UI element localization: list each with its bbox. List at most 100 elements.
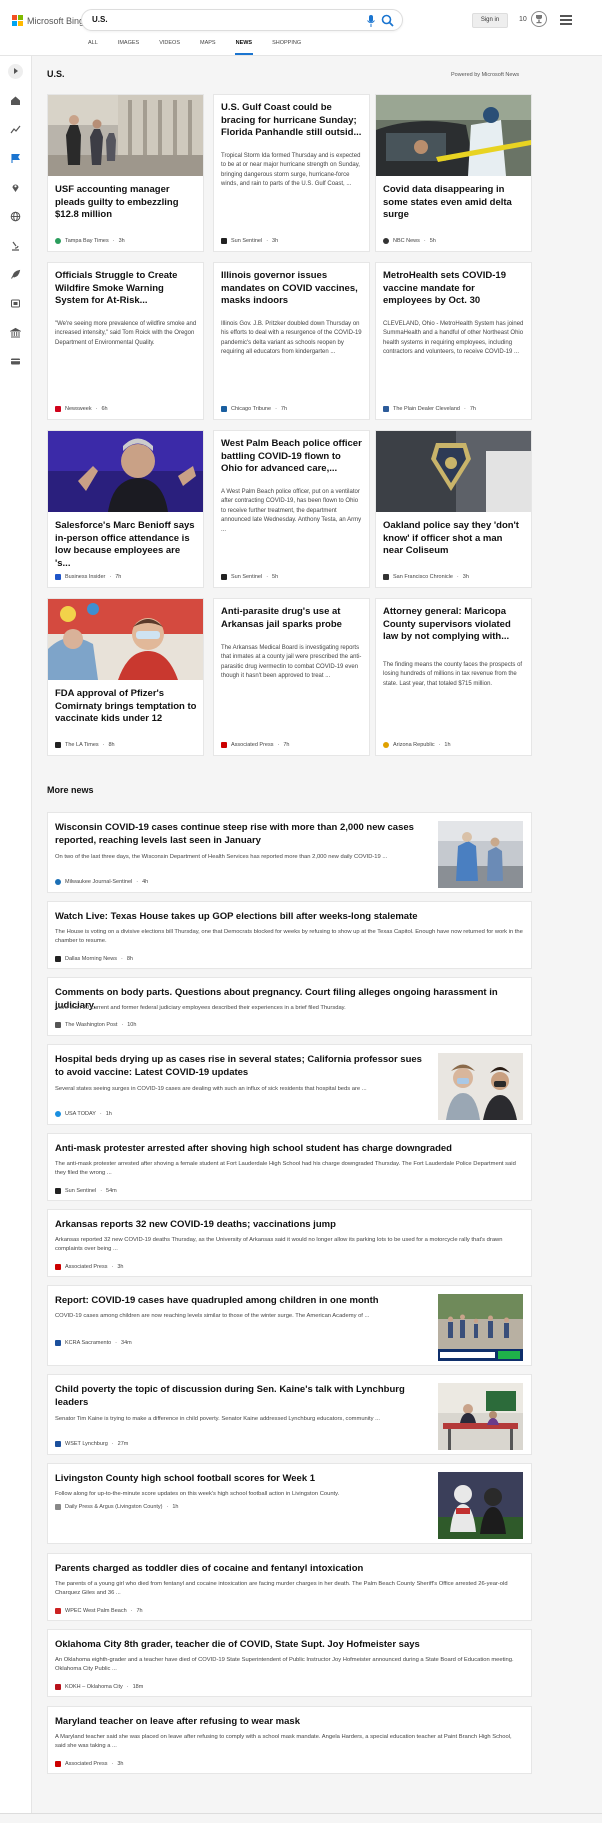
news-list-item[interactable]: Watch Live: Texas House takes up GOP ele… [47, 901, 532, 969]
flag-icon[interactable] [10, 153, 21, 164]
news-card[interactable]: Illinois governor issues mandates on COV… [213, 262, 370, 420]
news-item-source[interactable]: Associated Press · 3h [55, 1761, 123, 1767]
news-item-title[interactable]: Parents charged as toddler dies of cocai… [55, 1562, 523, 1575]
news-item-title[interactable]: Livingston County high school football s… [55, 1472, 426, 1485]
bing-logo[interactable]: Microsoft Bing [12, 15, 84, 26]
trending-icon[interactable] [10, 124, 21, 135]
news-item-title[interactable]: Watch Live: Texas House takes up GOP ele… [55, 910, 523, 923]
news-item-title[interactable]: Hospital beds drying up as cases rise in… [55, 1053, 426, 1079]
news-card-source[interactable]: The LA Times · 8h [55, 742, 115, 748]
expand-sidebar-icon[interactable] [8, 64, 23, 79]
tab-shopping[interactable]: SHOPPING [272, 40, 301, 55]
news-list-item[interactable]: Livingston County high school football s… [47, 1463, 532, 1544]
news-item-source[interactable]: Dallas Morning News · 8h [55, 956, 133, 962]
bank-icon[interactable] [10, 327, 21, 338]
news-list-item[interactable]: Report: COVID-19 cases have quadrupled a… [47, 1285, 532, 1366]
news-list-item[interactable]: Anti-mask protester arrested after shovi… [47, 1133, 532, 1201]
news-item-source[interactable]: Sun Sentinel · 54m [55, 1188, 117, 1194]
news-card-title[interactable]: Officials Struggle to Create Wildfire Sm… [55, 270, 197, 308]
news-item-source[interactable]: Milwaukee Journal-Sentinel · 4h [55, 879, 148, 885]
news-item-source[interactable]: KOKH – Oklahoma City · 18m [55, 1684, 143, 1690]
news-item-image[interactable] [438, 1294, 523, 1361]
news-card-source[interactable]: San Francisco Chronicle · 3h [383, 574, 469, 580]
news-card-title[interactable]: Illinois governor issues mandates on COV… [221, 270, 363, 308]
microscope-icon[interactable] [10, 240, 21, 251]
news-card-title[interactable]: Attorney general: Maricopa County superv… [383, 606, 525, 644]
news-card-source[interactable]: The Plain Dealer Cleveland · 7h [383, 406, 476, 412]
news-card[interactable]: Salesforce's Marc Benioff says in-person… [47, 430, 204, 588]
news-card[interactable]: MetroHealth sets COVID-19 vaccine mandat… [375, 262, 532, 420]
news-item-image[interactable] [438, 1053, 523, 1120]
tab-all[interactable]: ALL [88, 40, 98, 55]
rewards-count[interactable]: 10 [519, 16, 527, 23]
rocket-icon[interactable] [10, 269, 21, 280]
news-card-title[interactable]: Oakland police say they 'don't know' if … [383, 520, 525, 558]
sign-in-button[interactable]: Sign in [472, 13, 508, 28]
news-card-source[interactable]: Chicago Tribune · 7h [221, 406, 287, 412]
news-item-source[interactable]: Associated Press · 3h [55, 1264, 123, 1270]
search-icon[interactable] [381, 14, 394, 27]
film-icon[interactable] [10, 298, 21, 309]
news-card-title[interactable]: Salesforce's Marc Benioff says in-person… [55, 520, 197, 570]
location-pin-icon[interactable] [10, 182, 21, 193]
news-card-title[interactable]: Covid data disappearing in some states e… [383, 184, 525, 222]
globe-icon[interactable] [10, 211, 21, 222]
news-card[interactable]: Oakland police say they 'don't know' if … [375, 430, 532, 588]
news-list-item[interactable]: Arkansas reports 32 new COVID-19 deaths;… [47, 1209, 532, 1277]
news-item-source[interactable]: USA TODAY · 1h [55, 1111, 112, 1117]
credit-card-icon[interactable] [10, 356, 21, 367]
news-list-item[interactable]: Parents charged as toddler dies of cocai… [47, 1553, 532, 1621]
news-list-item[interactable]: Oklahoma City 8th grader, teacher die of… [47, 1629, 532, 1697]
news-card-title[interactable]: USF accounting manager pleads guilty to … [55, 184, 197, 222]
home-icon[interactable] [10, 95, 21, 106]
news-card-source[interactable]: Newsweek · 6h [55, 406, 108, 412]
powered-by-label[interactable]: Powered by Microsoft News [451, 72, 519, 78]
news-list-item[interactable]: Maryland teacher on leave after refusing… [47, 1706, 532, 1774]
news-card-image[interactable] [376, 95, 531, 176]
news-list-item[interactable]: Wisconsin COVID-19 cases continue steep … [47, 812, 532, 893]
news-list-item[interactable]: Child poverty the topic of discussion du… [47, 1374, 532, 1455]
news-card-title[interactable]: MetroHealth sets COVID-19 vaccine mandat… [383, 270, 525, 308]
news-card-source[interactable]: Associated Press · 7h [221, 742, 289, 748]
tab-news[interactable]: NEWS [234, 40, 253, 55]
news-card-source[interactable]: NBC News · 5h [383, 238, 436, 244]
news-card[interactable]: West Palm Beach police officer battling … [213, 430, 370, 588]
microphone-icon[interactable] [366, 15, 376, 27]
news-card-title[interactable]: West Palm Beach police officer battling … [221, 438, 363, 476]
news-item-image[interactable] [438, 821, 523, 888]
tab-videos[interactable]: VIDEOS [159, 40, 180, 55]
news-card[interactable]: Attorney general: Maricopa County superv… [375, 598, 532, 756]
news-item-image[interactable] [438, 1383, 523, 1450]
rewards-trophy-icon[interactable] [531, 11, 547, 27]
news-item-image[interactable] [438, 1472, 523, 1539]
search-input[interactable]: U.S. [81, 9, 403, 31]
tab-maps[interactable]: MAPS [200, 40, 216, 55]
news-card[interactable]: Covid data disappearing in some states e… [375, 94, 532, 252]
news-card-title[interactable]: Anti-parasite drug's use at Arkansas jai… [221, 606, 363, 631]
news-card-source[interactable]: Business Insider · 7h [55, 574, 121, 580]
news-item-source[interactable]: KCRA Sacramento · 34m [55, 1340, 132, 1346]
news-item-source[interactable]: Daily Press & Argus (Livingston County) ·… [55, 1504, 178, 1510]
news-item-title[interactable]: Arkansas reports 32 new COVID-19 deaths;… [55, 1218, 523, 1231]
news-card-source[interactable]: Arizona Republic · 1h [383, 742, 451, 748]
hamburger-menu-icon[interactable] [560, 15, 572, 25]
news-list-item[interactable]: Hospital beds drying up as cases rise in… [47, 1044, 532, 1125]
news-card-image[interactable] [376, 431, 531, 512]
news-card-source[interactable]: Sun Sentinel · 5h [221, 574, 278, 580]
news-item-title[interactable]: Child poverty the topic of discussion du… [55, 1383, 426, 1409]
news-card[interactable]: FDA approval of Pfizer's Comirnaty bring… [47, 598, 204, 756]
news-card[interactable]: Anti-parasite drug's use at Arkansas jai… [213, 598, 370, 756]
news-card-image[interactable] [48, 431, 203, 512]
news-card-title[interactable]: FDA approval of Pfizer's Comirnaty bring… [55, 688, 197, 726]
news-item-title[interactable]: Maryland teacher on leave after refusing… [55, 1715, 523, 1728]
news-item-source[interactable]: WSET Lynchburg · 27m [55, 1441, 128, 1447]
news-item-title[interactable]: Anti-mask protester arrested after shovi… [55, 1142, 523, 1155]
news-item-title[interactable]: Wisconsin COVID-19 cases continue steep … [55, 821, 426, 847]
news-card-source[interactable]: Tampa Bay Times · 3h [55, 238, 125, 244]
tab-images[interactable]: IMAGES [118, 40, 139, 55]
news-card[interactable]: U.S. Gulf Coast could be bracing for hur… [213, 94, 370, 252]
news-card-source[interactable]: Sun Sentinel · 3h [221, 238, 278, 244]
news-item-title[interactable]: Oklahoma City 8th grader, teacher die of… [55, 1638, 523, 1651]
news-card[interactable]: USF accounting manager pleads guilty to … [47, 94, 204, 252]
news-item-source[interactable]: The Washington Post · 10h [55, 1022, 136, 1028]
